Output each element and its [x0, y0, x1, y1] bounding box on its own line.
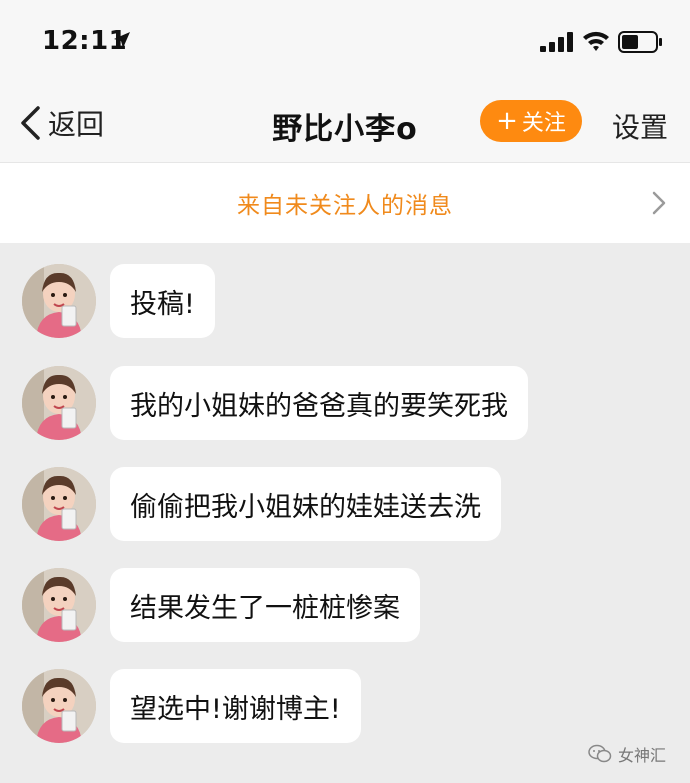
plus-icon: + [496, 106, 518, 136]
avatar-photo [22, 264, 96, 338]
message-row: 我的小姐妹的爸爸真的要笑死我 [22, 366, 662, 440]
follow-label: 关注 [521, 111, 566, 136]
watermark-label: 女神汇 [618, 746, 667, 765]
avatar[interactable] [22, 467, 96, 541]
avatar[interactable] [22, 366, 96, 440]
message-row: 偷偷把我小姐妹的娃娃送去洗 [22, 467, 662, 541]
location-arrow-icon [114, 32, 130, 48]
avatar-photo [22, 568, 96, 642]
wechat-icon [588, 744, 612, 763]
avatar[interactable] [22, 264, 96, 338]
back-label: 返回 [48, 108, 105, 141]
banner-text: 来自未关注人的消息 [237, 193, 453, 219]
wifi-icon [583, 31, 609, 51]
avatar-photo [22, 467, 96, 541]
avatar-photo [22, 366, 96, 440]
chevron-right-icon [652, 191, 666, 215]
message-row: 望选中!谢谢博主! [22, 669, 662, 743]
message-bubble[interactable]: 偷偷把我小姐妹的娃娃送去洗 [110, 467, 501, 541]
unfollowed-messages-banner[interactable]: 来自未关注人的消息 [0, 162, 690, 243]
avatar-photo [22, 669, 96, 743]
battery-icon [618, 31, 662, 53]
message-row: 结果发生了一桩桩惨案 [22, 568, 662, 642]
message-bubble[interactable]: 投稿! [110, 264, 215, 338]
follow-button[interactable]: + 关注 [480, 100, 582, 142]
message-row: 投稿! [22, 264, 662, 338]
avatar[interactable] [22, 568, 96, 642]
message-bubble[interactable]: 结果发生了一桩桩惨案 [110, 568, 420, 642]
settings-button[interactable]: 设置 [612, 106, 668, 146]
signal-icon [540, 32, 573, 52]
back-chevron-icon [21, 106, 40, 140]
watermark: 女神汇 [588, 742, 666, 766]
message-bubble[interactable]: 望选中!谢谢博主! [110, 669, 361, 743]
back-button[interactable]: 返回 [18, 100, 104, 146]
avatar[interactable] [22, 669, 96, 743]
message-bubble[interactable]: 我的小姐妹的爸爸真的要笑死我 [110, 366, 528, 440]
top-bar: 12:11 返回 野比小李o + 关注 设置 [0, 0, 690, 162]
